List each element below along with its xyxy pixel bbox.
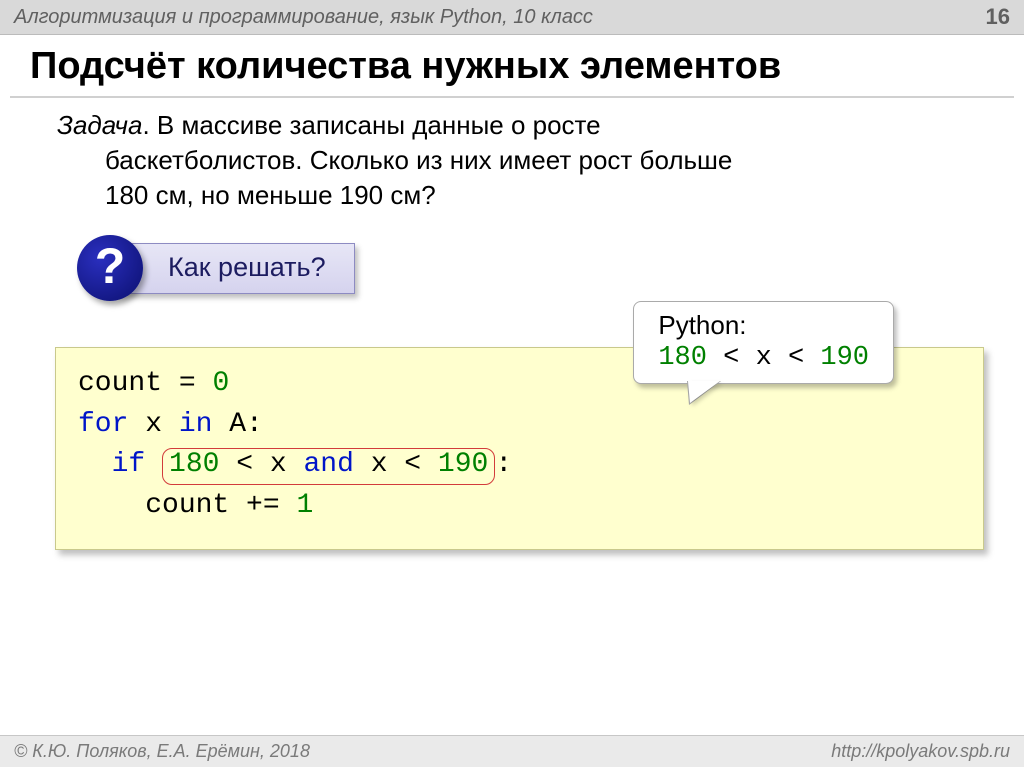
- title-area: Подсчёт количества нужных элементов: [0, 35, 1024, 94]
- course-title: Алгоритмизация и программирование, язык …: [14, 6, 593, 29]
- python-callout: Python: 180 < x < 190: [633, 301, 894, 384]
- slide-title: Подсчёт количества нужных элементов: [30, 45, 994, 88]
- task-text: Задача. В массиве записаны данные о рост…: [57, 108, 984, 213]
- copyright: © К.Ю. Поляков, Е.А. Ерёмин, 2018: [14, 741, 310, 762]
- hint-text: Как решать?: [117, 243, 355, 294]
- footer: © К.Ю. Поляков, Е.А. Ерёмин, 2018 http:/…: [0, 735, 1024, 767]
- callout-expression: 180 < x < 190: [658, 343, 869, 373]
- header-bar: Алгоритмизация и программирование, язык …: [0, 0, 1024, 35]
- task-label: Задача: [57, 110, 142, 140]
- footer-url: http://kpolyakov.spb.ru: [831, 741, 1010, 762]
- code-area: Python: 180 < x < 190 count = 0 for x in…: [55, 347, 984, 549]
- page-number: 16: [986, 4, 1010, 30]
- callout-label: Python:: [658, 310, 869, 341]
- hint: ? Как решать?: [77, 237, 984, 297]
- question-icon: ?: [77, 235, 143, 301]
- condition-highlight: 180 < x and x < 190: [162, 448, 495, 485]
- content: Задача. В массиве записаны данные о рост…: [0, 98, 1024, 550]
